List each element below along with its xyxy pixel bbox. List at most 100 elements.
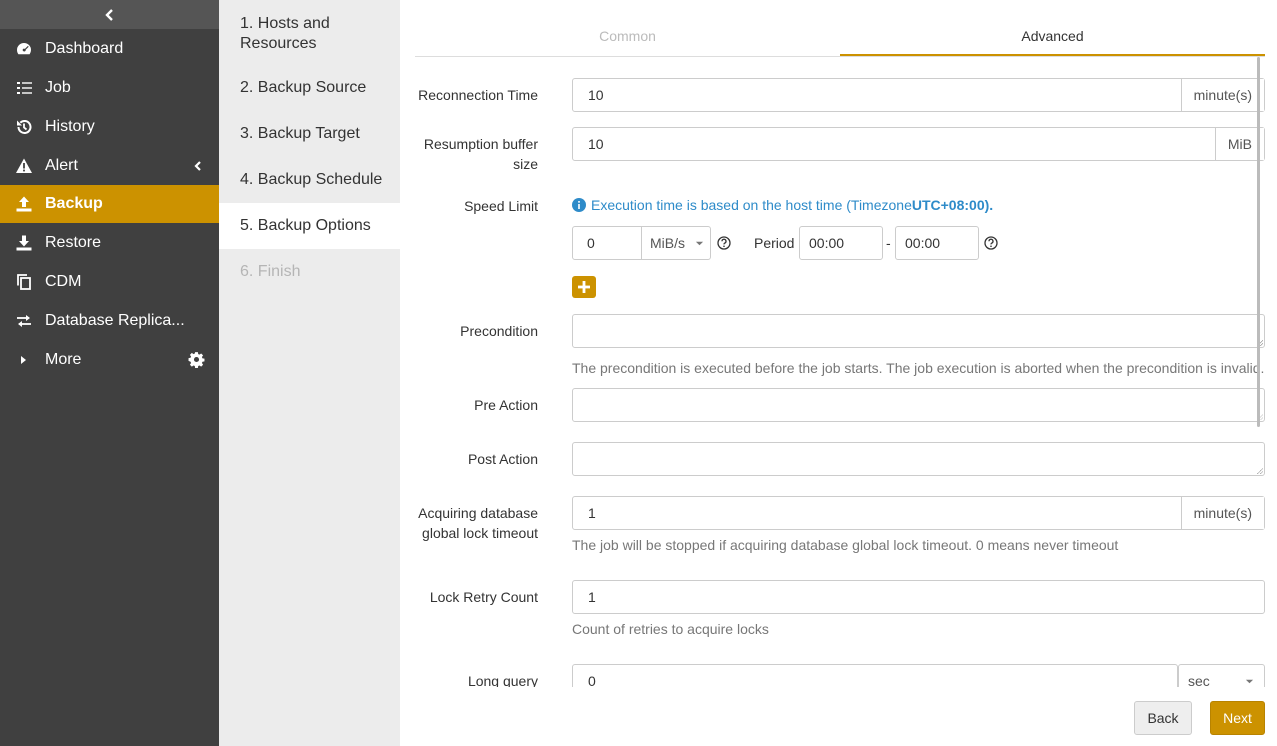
sidebar-item-database-replication[interactable]: Database Replica... (0, 301, 219, 340)
pre-action-label: Pre Action (474, 397, 538, 413)
sidebar-item-label: Restore (45, 233, 102, 251)
post-action-textarea[interactable] (572, 442, 1265, 476)
step-backup-options[interactable]: 5. Backup Options (219, 203, 400, 249)
sidebar-item-label: Job (45, 78, 71, 96)
help-icon[interactable] (984, 236, 998, 250)
long-query-unit-select[interactable]: sec (1178, 664, 1265, 687)
caret-down-icon (1245, 679, 1254, 683)
speed-unit-select[interactable]: MiB/s (641, 227, 710, 259)
sidebar-item-label: Backup (45, 195, 103, 212)
lock-retry-input[interactable]: 1 (572, 580, 1265, 614)
main-panel: Common Advanced Reconnection Time 10 min… (400, 0, 1277, 746)
history-icon (14, 117, 34, 137)
step-backup-source[interactable]: 2. Backup Source (219, 65, 400, 111)
long-query-input[interactable]: 0 (572, 664, 1178, 687)
next-button[interactable]: Next (1210, 701, 1265, 735)
long-query-unit: sec (1188, 673, 1210, 687)
step-finish: 6. Finish (219, 249, 400, 295)
sidebar-item-label: History (45, 117, 95, 135)
sidebar: Dashboard Job History Alert Backup Resto… (0, 0, 219, 746)
sidebar-item-label: Dashboard (45, 39, 124, 57)
step-label: 6. Finish (240, 263, 301, 280)
reconnection-time-unit: minute(s) (1180, 79, 1264, 111)
long-query-label: Long query (467, 673, 538, 687)
precondition-help: The precondition is executed before the … (572, 360, 1265, 376)
resumption-buffer-input[interactable]: 10 MiB (572, 127, 1265, 161)
post-action-label: Post Action (467, 451, 538, 467)
chevron-left-icon (104, 8, 113, 21)
global-lock-timeout-input[interactable]: 1 minute(s) (572, 496, 1265, 530)
step-backup-target[interactable]: 3. Backup Target (219, 111, 400, 157)
sidebar-item-history[interactable]: History (0, 107, 219, 146)
sidebar-item-alert[interactable]: Alert (0, 146, 219, 185)
period-separator: - (886, 235, 891, 251)
scrollbar[interactable] (1257, 57, 1260, 427)
plus-icon (578, 281, 590, 293)
sidebar-item-label: Database Replica... (45, 311, 185, 329)
period-end-value: 00:00 (905, 235, 941, 251)
tab-common[interactable]: Common (415, 17, 840, 56)
sidebar-item-cdm[interactable]: CDM (0, 262, 219, 301)
options-form: Reconnection Time 10 minute(s) Resumptio… (415, 57, 1265, 687)
timezone-info: Execution time is based on the host time… (572, 197, 993, 213)
sidebar-item-backup[interactable]: Backup (0, 185, 219, 223)
step-label: 4. Backup Schedule (240, 171, 383, 188)
gear-icon[interactable] (188, 340, 205, 379)
sidebar-item-job[interactable]: Job (0, 68, 219, 107)
options-tabs: Common Advanced (415, 17, 1265, 57)
reconnection-time-label: Reconnection Time (418, 87, 538, 103)
arrows-exchange-icon (14, 311, 34, 331)
pre-action-textarea[interactable] (572, 388, 1265, 422)
sidebar-item-label: Alert (45, 156, 78, 174)
caret-right-icon (14, 350, 34, 370)
wizard-steps: 1. Hosts and Resources 2. Backup Source … (219, 0, 400, 746)
job-list-icon (14, 78, 34, 98)
add-speed-limit-button[interactable] (572, 276, 596, 298)
sidebar-item-dashboard[interactable]: Dashboard (0, 29, 219, 68)
sidebar-item-restore[interactable]: Restore (0, 223, 219, 262)
info-icon (572, 198, 586, 212)
resumption-buffer-label: Resumption buffer size (423, 136, 538, 172)
speed-limit-value: 0 (587, 235, 595, 251)
global-lock-timeout-unit: minute(s) (1180, 497, 1264, 529)
speed-limit-label: Speed Limit (464, 198, 538, 214)
step-label: 1. Hosts and Resources (240, 14, 330, 52)
step-label: 5. Backup Options (240, 217, 371, 234)
reconnection-time-value: 10 (588, 87, 604, 103)
period-label: Period (754, 235, 795, 251)
speed-unit-value: MiB/s (650, 235, 685, 251)
step-hosts-and-resources[interactable]: 1. Hosts and Resources (219, 0, 400, 65)
sidebar-collapse-button[interactable] (0, 0, 219, 29)
download-icon (14, 233, 34, 253)
step-label: 3. Backup Target (240, 125, 360, 142)
lock-retry-help: Count of retries to acquire locks (572, 621, 769, 637)
timezone-value: UTC+08:00). (911, 197, 994, 213)
back-button[interactable]: Back (1134, 701, 1192, 735)
sidebar-item-label: CDM (45, 272, 82, 290)
sidebar-item-label: More (45, 350, 82, 368)
caret-down-icon (695, 241, 704, 245)
speed-limit-input[interactable]: 0 MiB/s (572, 226, 711, 260)
global-lock-timeout-label: Acquiring database global lock timeout (418, 505, 538, 541)
long-query-value: 0 (588, 673, 596, 687)
alert-icon (14, 156, 34, 176)
lock-retry-label: Lock Retry Count (429, 589, 538, 605)
upload-icon (14, 194, 34, 214)
tab-advanced[interactable]: Advanced (840, 17, 1265, 56)
period-start-input[interactable]: 00:00 (799, 226, 883, 260)
sidebar-item-more[interactable]: More (0, 340, 219, 379)
precondition-label: Precondition (460, 323, 538, 339)
precondition-textarea[interactable] (572, 314, 1265, 348)
step-backup-schedule[interactable]: 4. Backup Schedule (219, 157, 400, 203)
lock-retry-value: 1 (588, 589, 596, 605)
help-icon[interactable] (717, 236, 731, 250)
period-start-value: 00:00 (809, 235, 845, 251)
period-end-input[interactable]: 00:00 (895, 226, 979, 260)
copy-icon (14, 272, 34, 292)
chevron-left-icon (191, 146, 205, 185)
dashboard-icon (14, 39, 34, 59)
global-lock-timeout-help: The job will be stopped if acquiring dat… (572, 537, 1119, 553)
reconnection-time-input[interactable]: 10 minute(s) (572, 78, 1265, 112)
step-label: 2. Backup Source (240, 79, 367, 96)
global-lock-timeout-value: 1 (588, 505, 596, 521)
